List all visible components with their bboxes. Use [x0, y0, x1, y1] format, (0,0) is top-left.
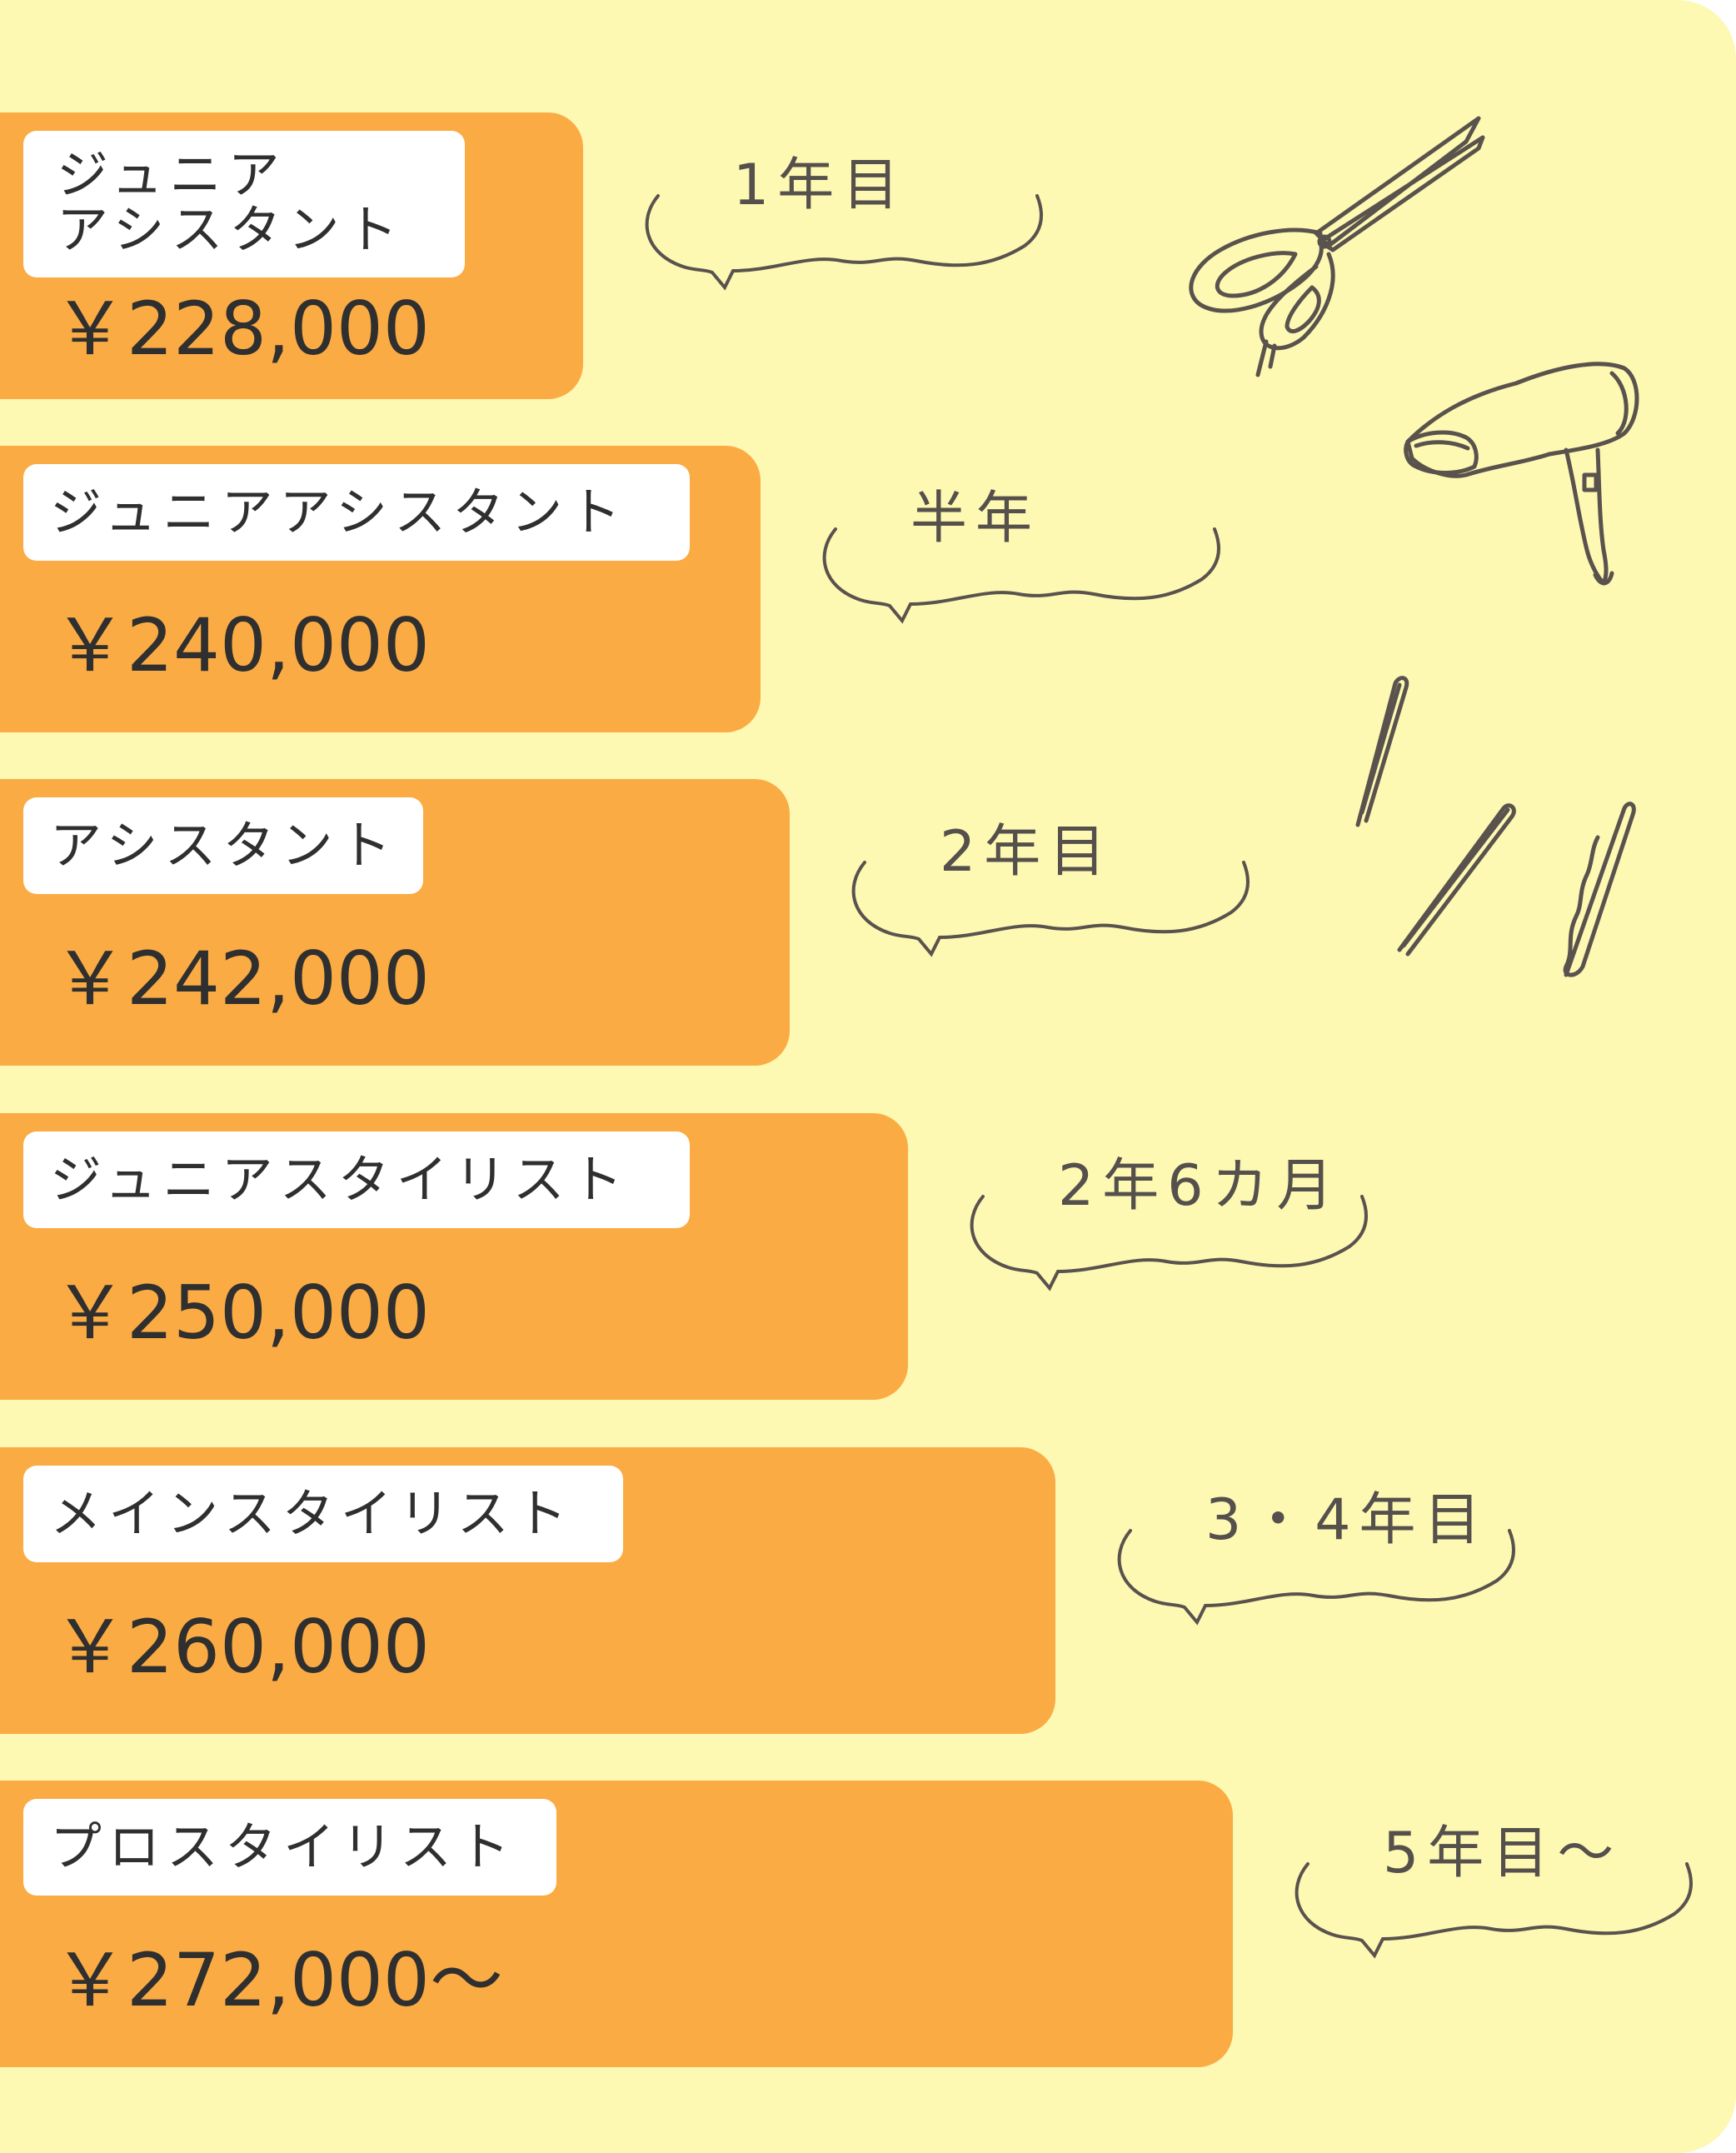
bar-category-label: メインスタイリスト — [23, 1466, 623, 1562]
bar-value-label: ￥228,000 — [53, 286, 430, 372]
bar-category-line: アシスタント — [50, 815, 398, 876]
bar-category-label: ジュニアスタイリスト — [23, 1131, 690, 1228]
bar-category-label: ジュニアアシスタント — [23, 464, 690, 561]
bar-category-line: ジュニア — [57, 144, 287, 205]
bar-category-line: アシスタント — [57, 199, 405, 260]
tenure-label: 5年目～ — [1383, 1821, 1623, 1886]
hair-dryer-icon — [1404, 362, 1639, 586]
bar-category-label: ジュニアアシスタント — [23, 131, 465, 277]
bar-value-label: ￥272,000～ — [53, 1937, 503, 2023]
tenure-label: 2年目 — [940, 819, 1115, 885]
tenure-label: 1年目 — [733, 152, 908, 218]
tenure-label: 3・4年目 — [1205, 1487, 1489, 1553]
bar-value-label: ￥242,000 — [53, 936, 430, 1022]
tenure-label: 半年 — [910, 486, 1041, 552]
bar-value-label: ￥240,000 — [53, 602, 430, 688]
bar-category-line: プロスタイリスト — [50, 1816, 517, 1877]
bar-value-label: ￥250,000 — [53, 1270, 430, 1356]
bar-category-label: プロスタイリスト — [23, 1799, 556, 1896]
tenure-label: 2年6カ月 — [1058, 1153, 1342, 1219]
bar-category-line: ジュニアアシスタント — [50, 482, 628, 542]
bar-category-line: メインスタイリスト — [50, 1483, 574, 1544]
bar-category-label: アシスタント — [23, 797, 423, 894]
hairpin-icon — [1355, 676, 1636, 977]
bar-category-line: ジュニアスタイリスト — [50, 1149, 630, 1210]
bar-value-label: ￥260,000 — [53, 1604, 430, 1690]
